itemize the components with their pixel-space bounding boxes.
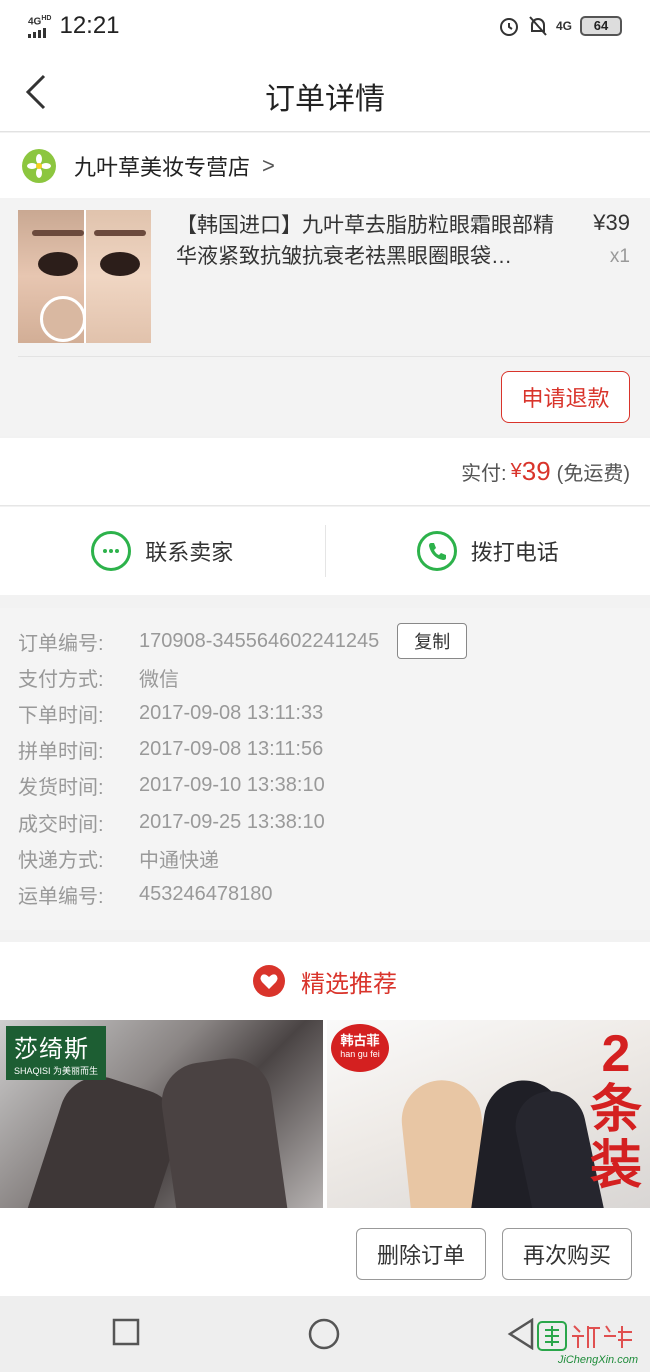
- mute-bell-icon: [529, 16, 547, 36]
- recommend-item[interactable]: 莎绮斯 SHAQISI 为美丽而生: [0, 1020, 323, 1208]
- 4g-indicator: 4G: [555, 19, 572, 33]
- order-number-value: 170908-345564602241245: [139, 629, 380, 652]
- store-row[interactable]: 九叶草美妆专营店 >: [0, 133, 650, 198]
- paid-label: 实付:: [461, 463, 507, 485]
- divider: [18, 356, 650, 357]
- info-value: 2017-09-25 13:38:10: [139, 810, 325, 833]
- page-title: 订单详情: [265, 83, 385, 116]
- product-price: ¥39: [593, 210, 630, 235]
- leaf-logo-icon: [27, 153, 51, 178]
- recommend-header: 精选推荐: [0, 942, 650, 1020]
- store-name: 九叶草美妆专营店: [74, 154, 251, 180]
- signal-icon: [28, 27, 51, 38]
- info-label: 支付方式:: [18, 668, 104, 691]
- info-row-complete-time: 成交时间: 2017-09-25 13:38:10: [0, 804, 650, 840]
- info-label: 发货时间:: [18, 777, 104, 800]
- product-title: 【韩国进口】九叶草去脂肪粒眼霜眼部精华液紧致抗皱抗衰老祛黑眼圈眼袋…: [176, 214, 554, 268]
- alarm-icon: [499, 18, 518, 36]
- status-bar: 4GHD 12:21 4G 64: [0, 0, 650, 52]
- heart-badge-icon: [253, 965, 285, 997]
- home-icon[interactable]: [308, 1318, 340, 1350]
- info-value: 微信: [139, 668, 179, 691]
- paid-currency: ¥: [510, 460, 522, 482]
- store-logo: [22, 148, 56, 183]
- brand-logo: 莎绮斯 SHAQISI 为美丽而生: [6, 1026, 107, 1080]
- network-indicator: 4GHD: [28, 14, 51, 38]
- contact-bar: 联系卖家 拨打电话: [0, 507, 650, 595]
- call-phone-label: 拨打电话: [470, 540, 559, 565]
- battery-icon: 64: [580, 16, 622, 36]
- watermark-logo-icon: [537, 1321, 632, 1351]
- paid-amount: 39: [521, 456, 551, 486]
- info-value: 2017-09-10 13:38:10: [139, 774, 325, 797]
- copy-button[interactable]: 复制: [397, 623, 468, 660]
- contact-seller-button[interactable]: 联系卖家: [0, 507, 325, 595]
- shipping-note: (免运费): [556, 463, 630, 485]
- info-row-tracking-number: 运单编号: 453246478180: [0, 876, 650, 912]
- clock: 12:21: [59, 12, 120, 39]
- info-label: 快递方式:: [18, 849, 104, 872]
- action-bar: 删除订单 再次购买: [0, 1208, 650, 1296]
- product-thumbnail[interactable]: [18, 210, 151, 343]
- recommend-list: 莎绮斯 SHAQISI 为美丽而生 韩古菲 han gu fei 2条装: [0, 1020, 650, 1208]
- recent-apps-icon[interactable]: [112, 1318, 140, 1346]
- nav-bar: 订单详情: [0, 52, 650, 132]
- info-row-order-number: 订单编号: 170908-345564602241245 复制: [0, 623, 650, 660]
- chevron-right-icon: >: [262, 152, 275, 178]
- brand-logo: 韩古菲 han gu fei: [331, 1024, 389, 1072]
- contact-seller-label: 联系卖家: [145, 540, 234, 565]
- info-label: 订单编号:: [18, 632, 104, 655]
- phone-icon: [416, 531, 457, 571]
- info-label: 运单编号:: [18, 885, 104, 908]
- info-row-courier: 快递方式: 中通快递: [0, 840, 650, 876]
- promo-badge: 2条装: [589, 1025, 642, 1195]
- back-triangle-icon[interactable]: [506, 1318, 536, 1350]
- info-value: 2017-09-08 13:11:56: [139, 738, 324, 761]
- info-row-ship-time: 发货时间: 2017-09-10 13:38:10: [0, 768, 650, 804]
- product-card[interactable]: 【韩国进口】九叶草去脂肪粒眼霜眼部精华液紧致抗皱抗衰老祛黑眼圈眼袋… ¥39 x…: [0, 198, 650, 436]
- info-row-payment-method: 支付方式: 微信: [0, 659, 650, 695]
- refund-button[interactable]: 申请退款: [501, 371, 630, 423]
- info-row-group-time: 拼单时间: 2017-09-08 13:11:56: [0, 732, 650, 768]
- info-label: 拼单时间:: [18, 741, 104, 764]
- system-nav-bar: JiChengXin.com: [0, 1296, 650, 1372]
- info-label: 成交时间:: [18, 813, 104, 836]
- recommend-title: 精选推荐: [301, 970, 397, 998]
- order-info: 订单编号: 170908-345564602241245 复制 支付方式: 微信…: [0, 608, 650, 930]
- rebuy-button[interactable]: 再次购买: [502, 1228, 632, 1280]
- info-row-order-time: 下单时间: 2017-09-08 13:11:33: [0, 695, 650, 731]
- back-button[interactable]: [22, 72, 62, 112]
- watermark-text: JiChengXin.com: [557, 1354, 638, 1366]
- watermark: JiChengXin.com: [536, 1320, 646, 1366]
- product-quantity: x1: [609, 246, 630, 267]
- info-value: 453246478180: [139, 882, 273, 905]
- info-value: 中通快递: [139, 849, 219, 872]
- chat-bubble-icon: [91, 531, 132, 571]
- info-value: 2017-09-08 13:11:33: [139, 701, 324, 724]
- recommend-item[interactable]: 韩古菲 han gu fei 2条装: [327, 1020, 650, 1208]
- chevron-left-icon: [25, 74, 46, 110]
- delete-order-button[interactable]: 删除订单: [356, 1228, 486, 1280]
- payment-summary: 实付: ¥ 39 (免运费): [0, 438, 650, 506]
- call-phone-button[interactable]: 拨打电话: [326, 507, 650, 595]
- info-label: 下单时间:: [18, 704, 104, 727]
